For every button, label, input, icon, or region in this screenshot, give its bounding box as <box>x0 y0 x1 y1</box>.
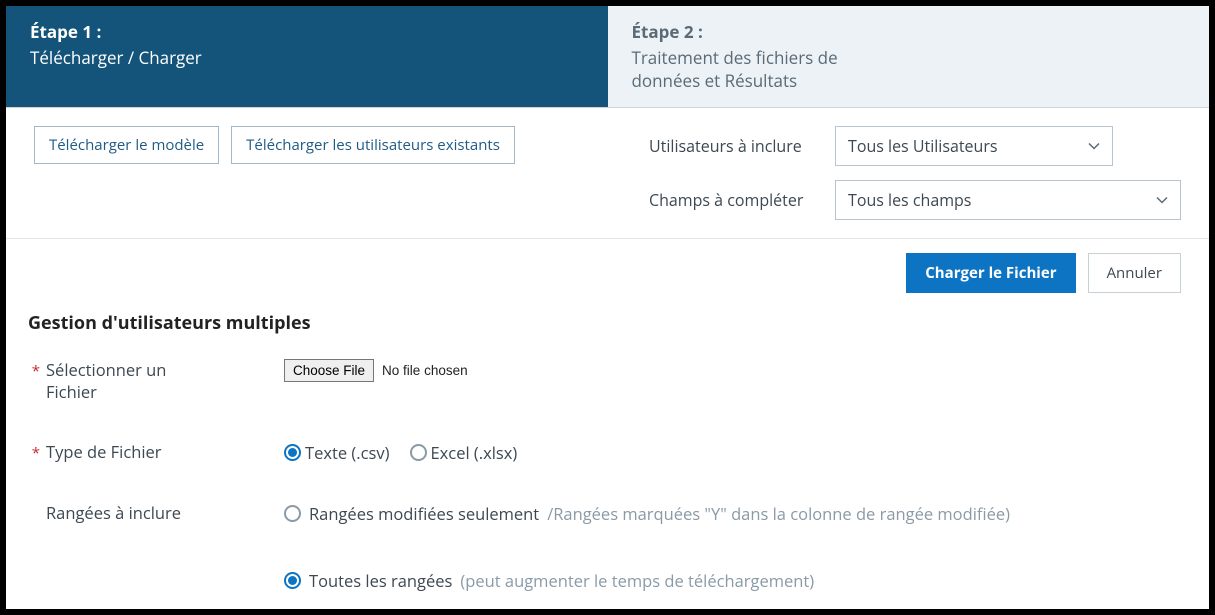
file-type-label: Type de Fichier <box>46 441 284 463</box>
fields-select-label: Champs à compléter <box>649 189 819 211</box>
file-type-row: * Type de Fichier Texte (.csv) Excel (.x… <box>28 441 1187 464</box>
step-2-subtitle: Traitement des fichiers de données et Ré… <box>632 47 842 93</box>
step-1-title: Étape 1 : <box>30 20 584 43</box>
download-template-button[interactable]: Télécharger le modèle <box>34 126 219 164</box>
step-2-title: Étape 2 : <box>632 20 1186 43</box>
file-type-csv-radio[interactable] <box>284 444 301 461</box>
rows-radio-group: Rangées modifiées seulement /Rangées mar… <box>284 502 1010 592</box>
rows-modified-label[interactable]: Rangées modifiées seulement <box>309 502 539 525</box>
fields-select-value: Tous les champs <box>848 189 971 211</box>
upload-file-button[interactable]: Charger le Fichier <box>906 253 1075 293</box>
rows-all-radio[interactable] <box>284 572 301 589</box>
select-file-label: Sélectionner un Fichier <box>46 359 196 404</box>
users-select-row: Utilisateurs à inclure Tous les Utilisat… <box>649 126 1181 166</box>
rows-all-label[interactable]: Toutes les rangées <box>309 569 452 592</box>
step-1[interactable]: Étape 1 : Télécharger / Charger <box>6 6 608 107</box>
required-marker: * <box>28 441 46 463</box>
app-container: Étape 1 : Télécharger / Charger Étape 2 … <box>6 6 1209 609</box>
fields-select-row: Champs à compléter Tous les champs <box>649 180 1181 220</box>
required-marker-empty <box>28 502 46 524</box>
required-marker: * <box>28 359 46 381</box>
select-file-row: * Sélectionner un Fichier Choose File No… <box>28 359 1187 404</box>
rows-all-option: Toutes les rangées (peut augmenter le te… <box>284 569 1010 592</box>
file-chosen-status: No file chosen <box>382 363 468 378</box>
toolbar-selects: Utilisateurs à inclure Tous les Utilisat… <box>649 126 1181 220</box>
rows-modified-option: Rangées modifiées seulement /Rangées mar… <box>284 502 1010 525</box>
chevron-down-icon <box>1156 194 1168 206</box>
action-buttons: Charger le Fichier Annuler <box>6 239 1209 293</box>
users-select[interactable]: Tous les Utilisateurs <box>835 126 1113 166</box>
choose-file-button[interactable]: Choose File <box>284 359 374 382</box>
rows-modified-hint: /Rangées marquées "Y" dans la colonne de… <box>547 502 1010 525</box>
rows-include-control: Rangées modifiées seulement /Rangées mar… <box>284 502 1187 592</box>
users-select-value: Tous les Utilisateurs <box>848 135 998 157</box>
file-type-control: Texte (.csv) Excel (.xlsx) <box>284 441 1187 464</box>
file-type-xlsx-label[interactable]: Excel (.xlsx) <box>431 441 518 464</box>
section-title: Gestion d'utilisateurs multiples <box>6 293 1209 335</box>
fields-select[interactable]: Tous les champs <box>835 180 1181 220</box>
file-type-xlsx-radio[interactable] <box>410 444 427 461</box>
step-1-subtitle: Télécharger / Charger <box>30 47 584 70</box>
users-select-label: Utilisateurs à inclure <box>649 135 819 157</box>
rows-include-label: Rangées à inclure <box>46 502 284 524</box>
file-type-csv-label[interactable]: Texte (.csv) <box>305 441 390 464</box>
step-2[interactable]: Étape 2 : Traitement des fichiers de don… <box>608 6 1210 107</box>
rows-all-hint: (peut augmenter le temps de téléchargeme… <box>460 569 814 592</box>
form: * Sélectionner un Fichier Choose File No… <box>6 335 1209 593</box>
download-existing-users-button[interactable]: Télécharger les utilisateurs existants <box>231 126 515 164</box>
select-file-control: Choose File No file chosen <box>284 359 1187 382</box>
wizard-steps: Étape 1 : Télécharger / Charger Étape 2 … <box>6 6 1209 108</box>
rows-modified-radio[interactable] <box>284 505 301 522</box>
rows-include-row: Rangées à inclure Rangées modifiées seul… <box>28 502 1187 592</box>
cancel-button[interactable]: Annuler <box>1088 253 1181 293</box>
chevron-down-icon <box>1088 140 1100 152</box>
toolbar: Télécharger le modèle Télécharger les ut… <box>6 108 1209 239</box>
